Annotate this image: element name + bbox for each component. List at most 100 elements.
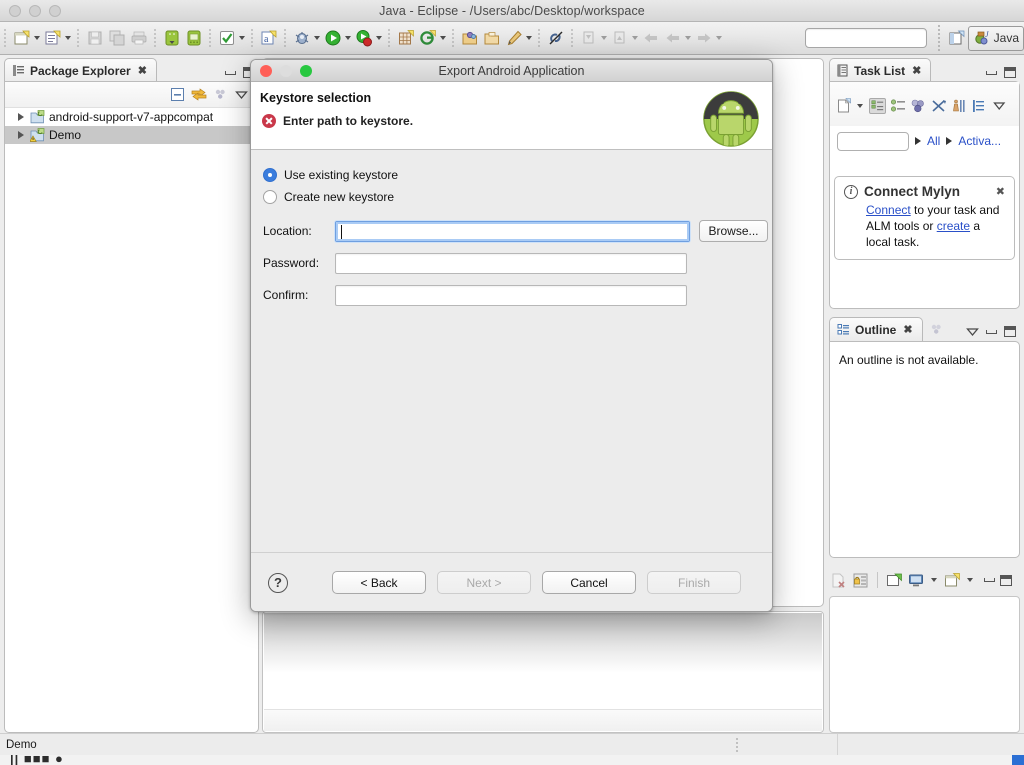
- open-package-button[interactable]: [481, 25, 503, 51]
- toolbar-search-input[interactable]: [804, 28, 927, 48]
- view-menu-dots-icon[interactable]: [213, 87, 228, 102]
- new-java-class-button[interactable]: [42, 25, 64, 51]
- confirm-input[interactable]: [335, 284, 687, 306]
- minimize-icon[interactable]: [986, 70, 997, 75]
- android-sdk-manager-button[interactable]: [161, 25, 183, 51]
- toolbar-separator: [250, 27, 255, 49]
- synchronize-changed-icon[interactable]: [931, 98, 947, 114]
- tab-package-explorer[interactable]: Package Explorer ✖: [4, 58, 157, 82]
- chevron-right-icon[interactable]: [946, 137, 953, 145]
- twisty-icon[interactable]: [18, 113, 24, 121]
- status-grip[interactable]: [735, 737, 739, 753]
- scheduled-presentation-icon[interactable]: [890, 98, 906, 114]
- close-icon[interactable]: ✖: [138, 64, 147, 77]
- new-java-project-icon: [14, 30, 30, 45]
- close-icon[interactable]: ✖: [903, 323, 912, 336]
- view-dropdown-icon[interactable]: [992, 99, 1007, 112]
- view-menu-icon[interactable]: [234, 87, 249, 102]
- lock-console-icon[interactable]: [852, 572, 869, 589]
- chevron-right-icon[interactable]: [915, 137, 921, 145]
- run-record-button[interactable]: [353, 25, 375, 51]
- maximize-icon[interactable]: [1004, 326, 1016, 337]
- task-filter-activate-link[interactable]: Activa...: [958, 134, 1001, 148]
- open-perspective-button[interactable]: [946, 25, 968, 51]
- categorized-presentation-icon[interactable]: [869, 97, 886, 114]
- view-menu-icon[interactable]: [966, 327, 979, 336]
- browse-button[interactable]: Browse...: [699, 220, 768, 242]
- list-item[interactable]: Demo: [5, 126, 258, 144]
- focus-on-workweek-icon[interactable]: [910, 98, 927, 114]
- run-record-dropdown[interactable]: [376, 36, 382, 40]
- new-java-project-dropdown[interactable]: [34, 36, 40, 40]
- link-with-editor-icon[interactable]: [191, 87, 207, 102]
- list-item[interactable]: android-support-v7-appcompat: [5, 108, 258, 126]
- new-task-icon[interactable]: [836, 97, 852, 114]
- minimize-icon[interactable]: [986, 329, 997, 334]
- collapse-all-icon[interactable]: [170, 87, 185, 102]
- open-console-icon[interactable]: [886, 572, 903, 589]
- debug-button[interactable]: [291, 25, 313, 51]
- minimize-icon[interactable]: [984, 578, 995, 582]
- open-type-button[interactable]: [459, 25, 481, 51]
- task-filter-all-link[interactable]: All: [927, 134, 940, 148]
- new-table-button[interactable]: [395, 25, 417, 51]
- maximize-icon[interactable]: [1004, 67, 1016, 78]
- new-task-dropdown[interactable]: [857, 103, 863, 108]
- back-button[interactable]: < Back: [332, 571, 426, 594]
- radio-use-existing-keystore[interactable]: Use existing keystore: [263, 164, 772, 186]
- run-checkbox-dropdown[interactable]: [239, 36, 245, 40]
- next-annotation-button: [578, 25, 600, 51]
- next-annotation-dropdown[interactable]: [601, 36, 607, 40]
- task-list-icon: [837, 64, 848, 77]
- unlink-button[interactable]: [545, 25, 567, 51]
- tab-task-list[interactable]: Task List ✖: [829, 58, 932, 82]
- outline-filter-dots-icon[interactable]: [929, 322, 944, 337]
- close-icon[interactable]: ✖: [996, 185, 1005, 198]
- back-history-dropdown[interactable]: [685, 36, 691, 40]
- radio-create-new-keystore[interactable]: Create new keystore: [263, 186, 772, 208]
- twisty-icon[interactable]: [18, 131, 24, 139]
- tab-outline[interactable]: Outline ✖: [829, 317, 923, 341]
- new-console-view-icon[interactable]: [944, 572, 961, 589]
- close-icon[interactable]: ✖: [912, 64, 921, 77]
- display-selected-console-icon[interactable]: [908, 572, 925, 589]
- dialog-close-button[interactable]: [260, 64, 272, 77]
- view-menu-icon[interactable]: [972, 98, 986, 114]
- create-link[interactable]: create: [937, 219, 970, 233]
- perspective-java-button[interactable]: J Java: [967, 25, 1024, 51]
- window-titlebar: Java - Eclipse - /Users/abc/Desktop/work…: [0, 0, 1024, 22]
- display-console-dropdown[interactable]: [931, 578, 937, 582]
- cancel-button[interactable]: Cancel: [542, 571, 636, 594]
- forward-history-dropdown[interactable]: [716, 36, 722, 40]
- list-item-label: Demo: [49, 128, 82, 142]
- task-filter-input[interactable]: [837, 131, 909, 151]
- connect-link[interactable]: Connect: [866, 203, 911, 217]
- new-console-dropdown[interactable]: [967, 578, 973, 582]
- new-java-project-button[interactable]: [11, 25, 33, 51]
- dialog-zoom-button[interactable]: [300, 64, 312, 77]
- toolbar-divider: [877, 572, 878, 588]
- radio-button[interactable]: [263, 190, 277, 204]
- radio-button[interactable]: [263, 168, 277, 182]
- password-input[interactable]: [335, 252, 687, 274]
- edit-pencil-button[interactable]: [503, 25, 525, 51]
- back-icon: [644, 33, 657, 43]
- android-avd-manager-button[interactable]: [183, 25, 205, 51]
- collapse-expand-icon[interactable]: [951, 98, 968, 114]
- new-java-class-dropdown[interactable]: [65, 36, 71, 40]
- new-annotation-button[interactable]: a: [258, 25, 280, 51]
- new-git-dropdown[interactable]: [440, 36, 446, 40]
- location-input[interactable]: [335, 220, 690, 242]
- edit-pencil-dropdown[interactable]: [526, 36, 532, 40]
- previous-annotation-dropdown[interactable]: [632, 36, 638, 40]
- new-git-button[interactable]: [417, 25, 439, 51]
- dialog-minimize-button[interactable]: [280, 64, 292, 77]
- help-icon[interactable]: ?: [268, 572, 288, 593]
- run-dropdown[interactable]: [345, 36, 351, 40]
- run-button[interactable]: [322, 25, 344, 51]
- svg-text:J: J: [985, 30, 989, 39]
- maximize-icon[interactable]: [1000, 574, 1012, 586]
- debug-dropdown[interactable]: [314, 36, 320, 40]
- run-checkbox-button[interactable]: [216, 25, 238, 51]
- minimize-icon[interactable]: [225, 70, 236, 75]
